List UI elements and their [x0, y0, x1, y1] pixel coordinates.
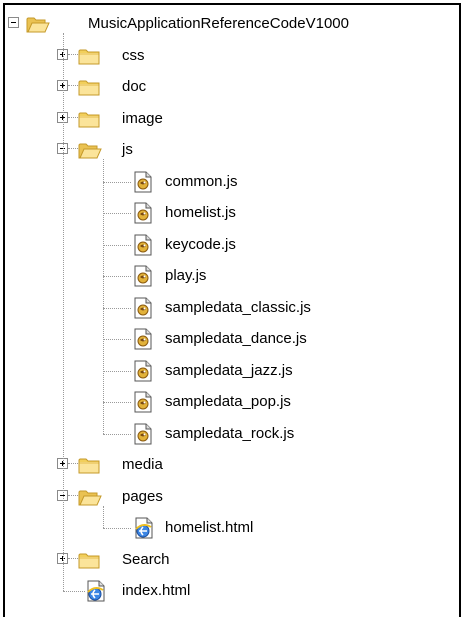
folder-icon [78, 552, 100, 569]
javascript-file-icon [133, 360, 153, 382]
tree-item-label: sampledata_rock.js [165, 424, 295, 442]
tree-file-play-js[interactable]: play.js [5, 263, 459, 289]
javascript-file-icon [133, 171, 153, 193]
tree-connector-horizontal [68, 116, 78, 118]
tree-folder-image[interactable]: image [5, 106, 459, 132]
tree-connector-horizontal [68, 85, 78, 86]
tree-folder-search[interactable]: Search [5, 547, 459, 573]
tree-file-homelist-html[interactable]: homelist.html [5, 515, 459, 541]
tree-connector-vertical [103, 505, 104, 528]
tree-connector-horizontal [103, 370, 131, 372]
tree-folder-css[interactable]: css [5, 43, 459, 69]
folder-icon [78, 79, 100, 96]
tree-connector-horizontal [68, 53, 78, 55]
javascript-file-icon [133, 391, 153, 413]
tree-item-label: doc [122, 78, 147, 95]
tree-item-label: play.js [165, 267, 207, 284]
html-file-icon [85, 580, 105, 602]
tree-item-label: homelist.html [165, 519, 254, 536]
tree-item-label: keycode.js [165, 235, 236, 253]
tree-connector-horizontal [103, 528, 131, 529]
tree-connector-horizontal [103, 307, 131, 309]
tree-file-sampledata-dance-js[interactable]: sampledata_dance.js [5, 326, 459, 352]
tree-file-common-js[interactable]: common.js [5, 169, 459, 195]
tree-item-label: js [122, 141, 133, 158]
folder-icon [78, 111, 100, 128]
folder-open-icon [78, 142, 102, 159]
tree-connector-horizontal [103, 181, 131, 183]
tree-connector-horizontal [103, 339, 131, 340]
tree-item-label: css [122, 46, 145, 64]
javascript-file-icon [133, 423, 153, 445]
tree-item-label: sampledata_dance.js [165, 330, 307, 347]
tree-connector-horizontal [103, 276, 131, 277]
tree-folder-media[interactable]: media [5, 452, 459, 478]
tree-item-label: index.html [122, 582, 191, 599]
javascript-file-icon [133, 297, 153, 319]
file-tree-panel: MusicApplicationReferenceCodeV1000 css d… [3, 3, 461, 617]
folder-open-icon [26, 16, 50, 33]
tree-file-homelist-js[interactable]: homelist.js [5, 200, 459, 226]
tree-file-sampledata-pop-js[interactable]: sampledata_pop.js [5, 389, 459, 415]
tree-connector-horizontal [103, 402, 131, 403]
tree-file-sampledata-rock-js[interactable]: sampledata_rock.js [5, 421, 459, 447]
tree-root-folder[interactable]: MusicApplicationReferenceCodeV1000 [5, 11, 459, 37]
tree-item-label: sampledata_pop.js [165, 393, 291, 410]
tree-connector-horizontal [103, 244, 131, 246]
tree-item-label: sampledata_jazz.js [165, 361, 293, 379]
tree-connector-horizontal [103, 213, 131, 214]
tree-connector-horizontal [68, 148, 78, 149]
tree-file-sampledata-classic-js[interactable]: sampledata_classic.js [5, 295, 459, 321]
tree-connector-horizontal [68, 557, 78, 559]
html-file-icon [133, 517, 153, 539]
folder-icon [78, 457, 100, 474]
tree-connector-horizontal [68, 494, 78, 496]
tree-file-keycode-js[interactable]: keycode.js [5, 232, 459, 258]
tree-connector-vertical [103, 159, 104, 434]
tree-connector-vertical [63, 33, 64, 591]
collapse-toggle-icon[interactable] [8, 17, 19, 28]
tree-item-label: MusicApplicationReferenceCodeV1000 [88, 15, 349, 32]
tree-connector-horizontal [63, 591, 85, 592]
javascript-file-icon [133, 328, 153, 350]
tree-item-label: sampledata_classic.js [165, 298, 311, 316]
tree-folder-doc[interactable]: doc [5, 74, 459, 100]
tree-item-label: Search [122, 550, 170, 568]
tree-connector-horizontal [103, 433, 131, 435]
tree-item-label: homelist.js [165, 204, 236, 221]
tree-folder-js[interactable]: js [5, 137, 459, 163]
tree-item-label: media [122, 456, 163, 473]
folder-open-icon [78, 489, 102, 506]
tree-file-sampledata-jazz-js[interactable]: sampledata_jazz.js [5, 358, 459, 384]
tree-item-label: pages [122, 487, 163, 505]
folder-icon [78, 48, 100, 65]
javascript-file-icon [133, 265, 153, 287]
file-tree: MusicApplicationReferenceCodeV1000 css d… [5, 5, 459, 617]
tree-item-label: image [122, 109, 163, 127]
tree-item-label: common.js [165, 172, 238, 190]
tree-folder-pages[interactable]: pages [5, 484, 459, 510]
javascript-file-icon [133, 202, 153, 224]
tree-connector-horizontal [68, 463, 78, 464]
javascript-file-icon [133, 234, 153, 256]
